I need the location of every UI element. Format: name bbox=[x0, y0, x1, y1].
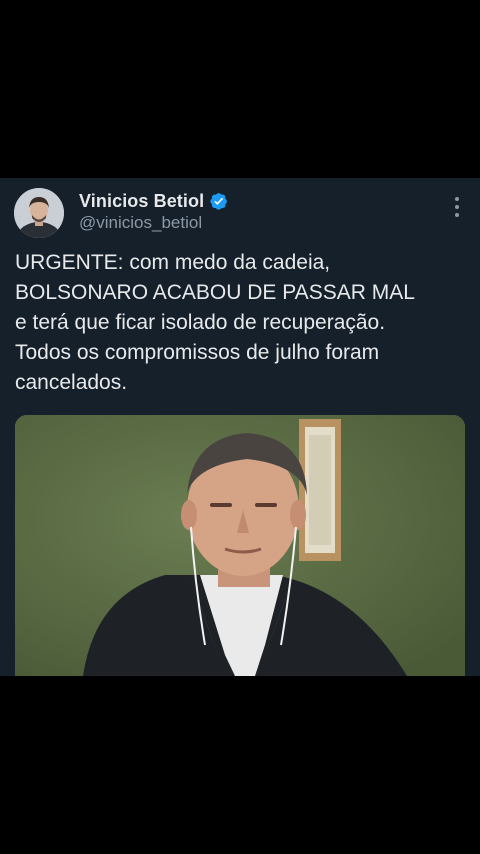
tweet-text: URGENTE: com medo da cadeia, BOLSONARO A… bbox=[15, 251, 415, 394]
tweet-media[interactable] bbox=[15, 415, 465, 676]
avatar[interactable] bbox=[14, 188, 64, 238]
more-vertical-icon[interactable] bbox=[454, 197, 460, 217]
author-name-row[interactable]: Vinicios Betiol bbox=[79, 190, 228, 212]
video-frame-image bbox=[15, 415, 465, 676]
verified-badge-icon bbox=[210, 192, 228, 210]
tweet-card[interactable]: Vinicios Betiol @vinicios_betiol URGENTE… bbox=[0, 178, 480, 676]
author-display-name[interactable]: Vinicios Betiol bbox=[79, 191, 204, 212]
screen: Vinicios Betiol @vinicios_betiol URGENTE… bbox=[0, 0, 480, 854]
author-handle[interactable]: @vinicios_betiol bbox=[79, 213, 202, 233]
